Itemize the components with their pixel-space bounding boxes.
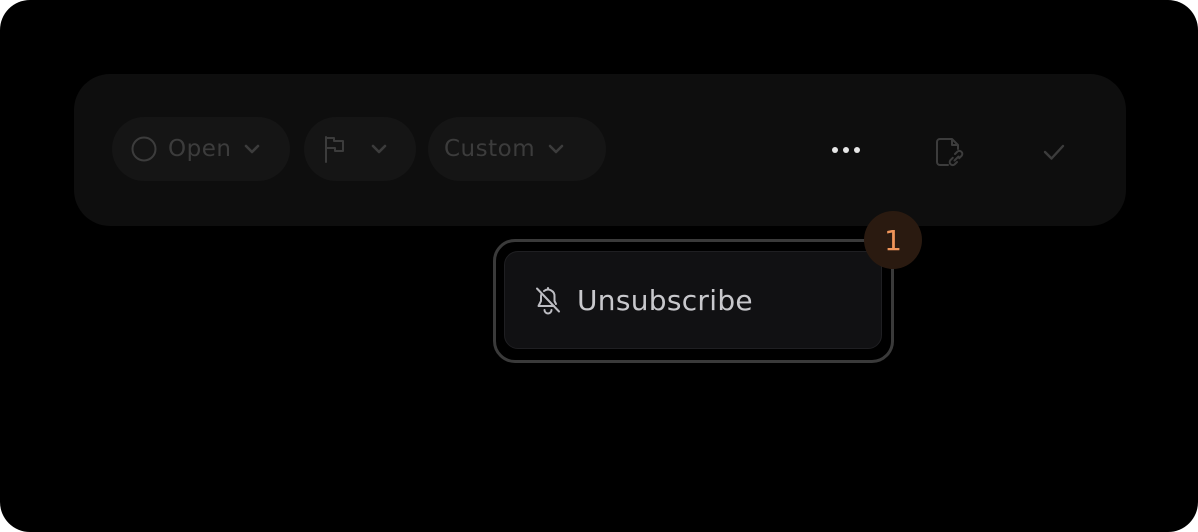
chevron-down-icon [245, 144, 260, 154]
more-dots-icon [832, 147, 838, 153]
more-dot [854, 147, 860, 153]
priority-dropdown[interactable] [304, 117, 416, 181]
bell-off-icon [536, 287, 560, 315]
status-circle-icon [131, 136, 157, 162]
flag-icon [325, 136, 344, 163]
attach-link-button[interactable] [930, 132, 970, 172]
more-options-button[interactable] [822, 130, 870, 170]
unsubscribe-label: Unsubscribe [577, 283, 753, 317]
file-link-icon [936, 138, 964, 167]
chevron-down-icon [371, 144, 387, 154]
more-dot [843, 147, 849, 153]
status-dropdown[interactable]: Open [112, 117, 290, 181]
task-toolbar: Open Custom [74, 74, 1126, 226]
custom-label: Custom [444, 136, 536, 162]
more-options-menu: Unsubscribe [504, 251, 882, 349]
chevron-down-icon [548, 144, 564, 154]
screen: Open Custom Unsubscribe 1 [0, 0, 1198, 532]
step-badge: 1 [864, 211, 922, 269]
custom-dropdown[interactable]: Custom [428, 117, 606, 181]
complete-button[interactable] [1034, 132, 1074, 172]
unsubscribe-menu-item[interactable]: Unsubscribe [505, 252, 881, 348]
status-label: Open [168, 136, 232, 162]
check-icon [1043, 144, 1065, 160]
